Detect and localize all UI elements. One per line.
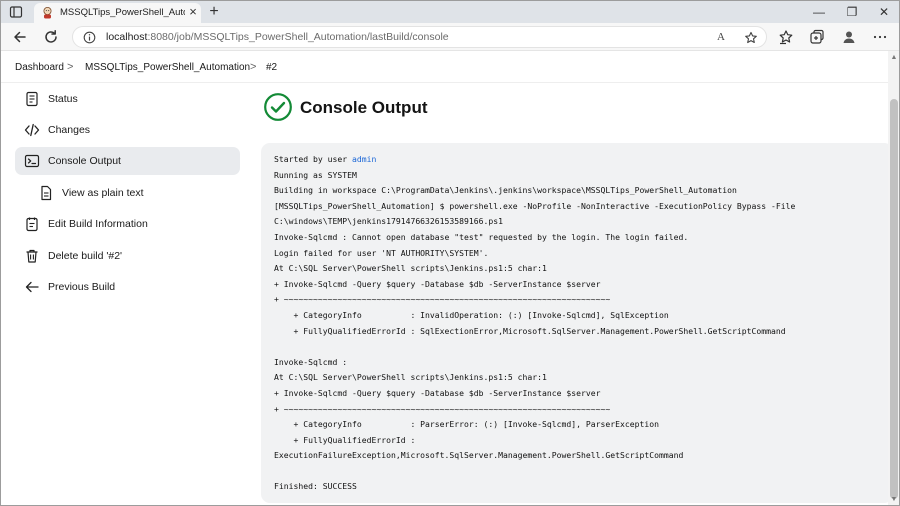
console-line: + Invoke-Sqlcmd -Query $query -Database … <box>274 278 601 289</box>
console-started-text: Started by user <box>274 154 352 164</box>
console-line: + CategoryInfo : InvalidOperation: (:) [… <box>274 309 669 320</box>
sidebar-item-console-output[interactable]: Console Output <box>15 147 240 175</box>
close-window-button[interactable]: ✕ <box>874 4 894 20</box>
sidebar-item-label: Console Output <box>48 155 121 167</box>
console-line: ExecutionFailureException,Microsoft.SqlS… <box>274 450 684 461</box>
sidebar-item-label: Edit Build Information <box>48 218 148 230</box>
breadcrumb-dashboard[interactable]: Dashboard <box>15 62 64 73</box>
console-line: At C:\SQL Server\PowerShell scripts\Jenk… <box>274 372 547 383</box>
breadcrumb-separator: > <box>250 61 257 73</box>
address-bar[interactable]: localhost:8080/job/MSSQLTips_PowerShell_… <box>72 26 767 48</box>
sidebar-item-label: Changes <box>48 124 91 136</box>
read-aloud-icon[interactable]: A <box>717 31 731 45</box>
breadcrumb-job[interactable]: MSSQLTips_PowerShell_Automation <box>85 62 250 73</box>
back-arrow-icon[interactable] <box>11 28 29 46</box>
tab-title: MSSQLTips_PowerShell_Automat <box>60 7 185 18</box>
sidebar-item-edit-build-information[interactable]: Edit Build Information <box>15 210 240 238</box>
console-line: Building in workspace C:\ProgramData\Jen… <box>274 185 737 196</box>
favorites-icon[interactable] <box>777 28 795 46</box>
console-line: Running as SYSTEM <box>274 169 357 180</box>
minimize-button[interactable]: — <box>809 4 829 20</box>
console-user-link[interactable]: admin <box>352 154 376 164</box>
refresh-icon[interactable] <box>42 28 60 46</box>
console-line: C:\windows\TEMP\jenkins17914766326153589… <box>274 216 504 227</box>
url-path: :8080/job/MSSQLTips_PowerShell_Automatio… <box>147 31 449 43</box>
console-line: Login failed for user 'NT AUTHORITY\SYST… <box>274 247 489 258</box>
console-line: At C:\SQL Server\PowerShell scripts\Jenk… <box>274 263 547 274</box>
collections-icon[interactable] <box>808 28 826 46</box>
console-output: Started by user admin Running as SYSTEM … <box>261 143 893 503</box>
tab-actions-icon[interactable] <box>9 5 23 19</box>
navigation-bar: localhost:8080/job/MSSQLTips_PowerShell_… <box>1 23 899 51</box>
document-icon <box>41 185 52 201</box>
browser-tab[interactable]: MSSQLTips_PowerShell_Automat × <box>34 3 201 23</box>
console-line: [MSSQLTips_PowerShell_Automation] $ powe… <box>274 200 796 211</box>
console-line: + ~~~~~~~~~~~~~~~~~~~~~~~~~~~~~~~~~~~~~~… <box>274 294 611 305</box>
maximize-button[interactable]: ❐ <box>842 4 862 20</box>
tab-close-icon[interactable]: × <box>186 5 200 19</box>
sidebar-item-previous-build[interactable]: Previous Build <box>15 273 240 301</box>
breadcrumb-separator: > <box>67 61 74 73</box>
console-line: + CategoryInfo : ParserError: (:) [Invok… <box>274 419 659 430</box>
main-content: Console Output Started by user admin Run… <box>251 83 893 505</box>
sidebar-item-changes[interactable]: Changes <box>15 116 240 144</box>
tab-strip: MSSQLTips_PowerShell_Automat × + — ❐ ✕ <box>1 1 899 23</box>
trash-icon <box>26 249 38 263</box>
console-line: Invoke-Sqlcmd : <box>274 356 348 367</box>
terminal-icon <box>24 154 40 168</box>
breadcrumb: Dashboard > MSSQLTips_PowerShell_Automat… <box>1 51 888 83</box>
new-tab-button[interactable]: + <box>205 3 223 21</box>
console-line: Finished: SUCCESS <box>274 481 357 492</box>
breadcrumb-build[interactable]: #2 <box>266 62 277 73</box>
sidebar-item-label: Delete build '#2' <box>48 250 123 262</box>
sidebar-item-status[interactable]: Status <box>15 85 240 113</box>
sidebar-item-label: Previous Build <box>48 281 116 293</box>
sidebar-item-label: Status <box>48 93 78 105</box>
add-favorite-icon[interactable] <box>744 31 758 45</box>
profile-icon[interactable] <box>840 28 858 46</box>
more-options-icon[interactable] <box>871 28 889 46</box>
sidebar-item-label: View as plain text <box>62 187 144 199</box>
sidebar: Status Changes Console Output View as pl… <box>1 83 251 505</box>
scrollbar-thumb[interactable] <box>890 99 898 499</box>
browser-window: MSSQLTips_PowerShell_Automat × + — ❐ ✕ l… <box>0 0 900 506</box>
scroll-down-icon[interactable]: ▼ <box>890 496 898 504</box>
console-line: Invoke-Sqlcmd : Cannot open database "te… <box>274 231 689 242</box>
arrow-left-icon <box>25 281 39 293</box>
page-title: Console Output <box>300 98 428 117</box>
sidebar-item-view-plain-text[interactable]: View as plain text <box>15 179 240 207</box>
console-line: + FullyQualifiedErrorId : <box>274 434 416 445</box>
console-line: + ~~~~~~~~~~~~~~~~~~~~~~~~~~~~~~~~~~~~~~… <box>274 403 611 414</box>
console-line: + FullyQualifiedErrorId : SqlExectionErr… <box>274 325 786 336</box>
console-line: + Invoke-Sqlcmd -Query $query -Database … <box>274 387 601 398</box>
site-info-icon[interactable] <box>83 31 96 44</box>
url-host: localhost <box>106 31 148 43</box>
console-line: Started by user admin <box>274 152 880 168</box>
url-text: localhost:8080/job/MSSQLTips_PowerShell_… <box>106 31 449 43</box>
notepad-icon <box>26 217 38 232</box>
status-icon <box>26 91 38 107</box>
scroll-up-icon[interactable]: ▲ <box>890 54 898 62</box>
sidebar-item-delete-build[interactable]: Delete build '#2' <box>15 242 240 270</box>
success-check-icon <box>264 93 292 121</box>
code-icon <box>24 123 40 137</box>
jenkins-favicon-icon <box>43 7 52 19</box>
page-scrollbar[interactable]: ▲ ▼ <box>888 51 899 505</box>
